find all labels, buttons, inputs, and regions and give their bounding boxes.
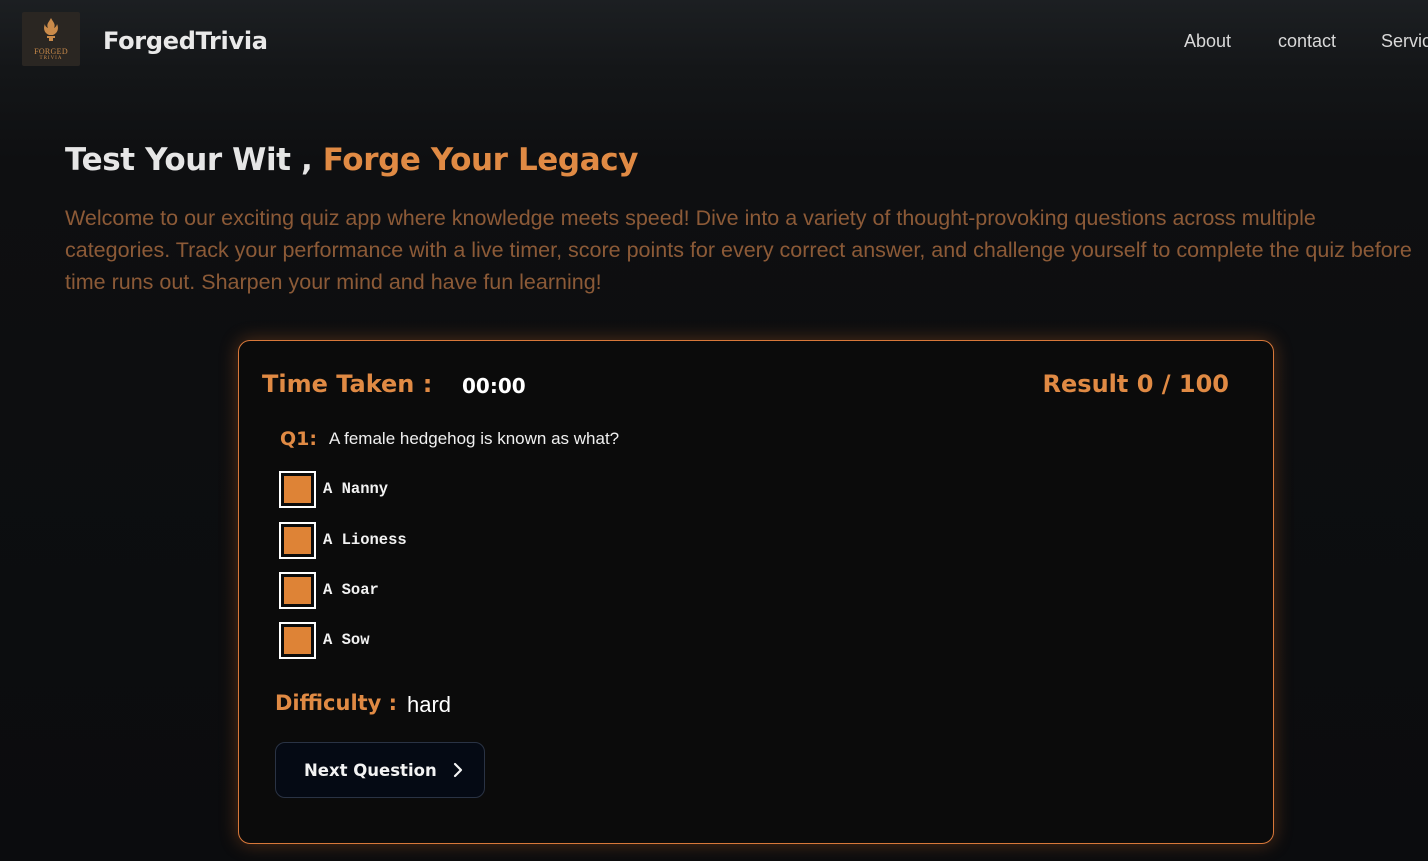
option-checkbox[interactable] [279,521,316,559]
page: FORGED TRIVIA ForgedTrivia About contact… [0,0,1428,861]
option-label[interactable]: A Soar [323,581,379,599]
timer-value: 00:00 [462,374,526,398]
option-label[interactable]: A Sow [323,631,370,649]
nav-link-about[interactable]: About [1184,31,1231,52]
flame-crest-icon [44,18,58,41]
next-question-button[interactable]: Next Question [275,742,485,798]
option-a-nanny[interactable]: A Nanny [279,470,679,508]
question-text: A female hedgehog is known as what? [329,429,620,448]
logo[interactable]: FORGED TRIVIA [22,12,80,66]
difficulty-label: Difficulty : [275,691,398,715]
option-label[interactable]: A Nanny [323,480,388,498]
checkbox-fill [284,576,311,604]
next-question-label: Next Question [304,760,437,780]
option-a-soar[interactable]: A Soar [279,571,679,609]
option-a-sow[interactable]: A Sow [279,621,679,659]
option-label[interactable]: A Lioness [323,531,407,549]
hero-title: Test Your Wit , Forge Your Legacy [65,142,638,178]
question-number: Q1: [280,428,317,450]
nav-link-contact[interactable]: contact [1278,31,1336,52]
logo-text: FORGED [34,47,68,56]
logo-subtext: TRIVIA [39,56,63,61]
difficulty-value: hard [407,692,452,717]
option-checkbox[interactable] [279,621,316,659]
brand-name[interactable]: ForgedTrivia [103,27,268,55]
option-checkbox[interactable] [279,571,316,609]
hero-title-part2: Forge Your Legacy [322,142,639,178]
option-checkbox[interactable] [279,470,316,508]
top-nav: FORGED TRIVIA ForgedTrivia About contact… [0,0,1428,84]
checkbox-fill [284,475,311,503]
result-score: Result 0 / 100 [1042,370,1229,398]
hero-description: Welcome to our exciting quiz app where k… [65,206,1412,294]
checkbox-fill [284,526,311,554]
time-taken-label: Time Taken : [262,370,433,398]
checkbox-fill [284,626,311,654]
hero-title-part1: Test Your Wit , [65,142,313,178]
chevron-right-icon [453,762,463,778]
option-a-lioness[interactable]: A Lioness [279,521,679,559]
quiz-card: Time Taken : 00:00 Result 0 / 100 Q1: A … [238,340,1274,844]
nav-link-services[interactable]: Servic [1381,31,1428,52]
